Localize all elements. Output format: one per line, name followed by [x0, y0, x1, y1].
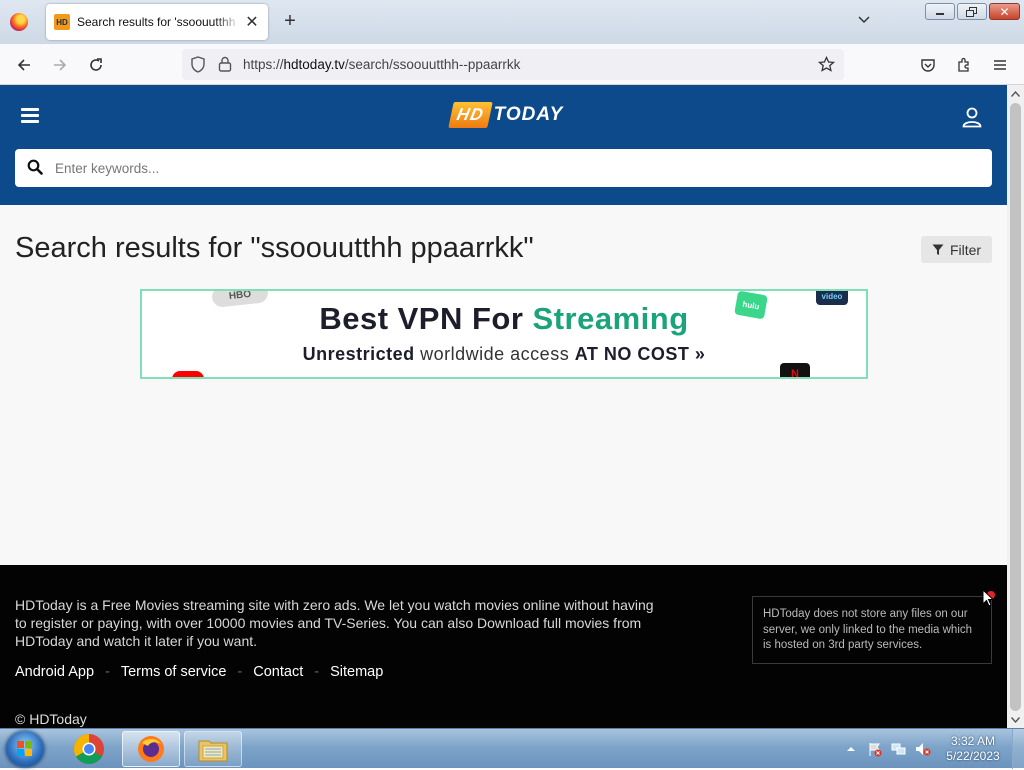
- site-footer: HDToday is a Free Movies streaming site …: [0, 565, 1007, 728]
- logo-wordmark: TODAY: [493, 104, 564, 125]
- logo-hd-badge: HD: [448, 102, 493, 128]
- mouse-cursor-icon: [982, 589, 994, 607]
- footer-separator: -: [237, 664, 243, 680]
- clock-time: 3:32 AM: [950, 734, 996, 748]
- scrollbar-thumb[interactable]: [1010, 103, 1021, 711]
- search-box: [15, 149, 992, 187]
- tab-title: Search results for 'ssoouutthh ppaarrkk'…: [77, 15, 240, 29]
- filter-funnel-icon: [932, 244, 944, 255]
- footer-disclaimer: HDToday does not store any files on our …: [752, 596, 992, 664]
- window-minimize-button[interactable]: [925, 3, 955, 20]
- footer-link-android-app[interactable]: Android App: [15, 664, 94, 680]
- back-icon[interactable]: [12, 53, 36, 77]
- footer-separator: -: [314, 664, 320, 680]
- bookmark-star-icon[interactable]: [818, 56, 835, 73]
- show-hidden-icons-icon[interactable]: [843, 741, 859, 757]
- scroll-up-arrow-icon[interactable]: [1007, 85, 1024, 102]
- footer-links: Android App - Terms of service - Contact…: [15, 664, 383, 680]
- user-account-icon[interactable]: [961, 106, 983, 128]
- list-all-tabs-icon[interactable]: [856, 12, 872, 28]
- site-header: HD TODAY: [0, 85, 1007, 205]
- taskbar-chrome-icon[interactable]: [60, 731, 118, 767]
- reload-icon[interactable]: [84, 53, 108, 77]
- network-icon[interactable]: [891, 741, 907, 757]
- system-tray: [843, 729, 939, 769]
- url-text[interactable]: https://hdtoday.tv/search/ssoouutthh--pp…: [243, 57, 520, 72]
- footer-link-terms[interactable]: Terms of service: [121, 664, 227, 680]
- ad-headline: Best VPN For Streaming: [319, 301, 689, 336]
- window-restore-button[interactable]: [957, 3, 987, 20]
- footer-about-text: HDToday is a Free Movies streaming site …: [15, 597, 654, 649]
- browser-tab[interactable]: HD Search results for 'ssoouutthh ppaarr…: [46, 4, 268, 40]
- ad-subheadline: Unrestricted worldwide access AT NO COST…: [302, 344, 706, 364]
- new-tab-button[interactable]: +: [280, 10, 300, 34]
- extensions-icon[interactable]: [952, 53, 976, 77]
- page-title: Search results for "ssoouutthh ppaarrkk": [15, 232, 534, 264]
- tab-close-icon[interactable]: ✕: [244, 12, 260, 32]
- volume-muted-icon[interactable]: [915, 741, 931, 757]
- taskbar-file-explorer-icon[interactable]: [184, 731, 242, 767]
- scroll-down-arrow-icon[interactable]: [1007, 711, 1024, 728]
- footer-separator: -: [105, 664, 110, 680]
- footer-link-sitemap[interactable]: Sitemap: [330, 664, 383, 680]
- netflix-logo: N: [780, 363, 810, 377]
- filter-button[interactable]: Filter: [921, 236, 992, 263]
- app-menu-icon[interactable]: [988, 53, 1012, 77]
- browser-titlebar: HD Search results for 'ssoouutthh ppaarr…: [0, 0, 1024, 44]
- footer-link-contact[interactable]: Contact: [253, 664, 303, 680]
- youtube-logo: [172, 371, 204, 377]
- taskbar-firefox-icon[interactable]: [122, 731, 180, 767]
- main-content: Search results for "ssoouutthh ppaarrkk"…: [0, 205, 1007, 565]
- start-button[interactable]: [6, 731, 44, 767]
- site-logo[interactable]: HD TODAY: [448, 100, 564, 130]
- show-desktop-button[interactable]: [1012, 729, 1024, 769]
- footer-copyright: © HDToday: [15, 711, 87, 727]
- pocket-icon[interactable]: [916, 53, 940, 77]
- filter-label: Filter: [949, 241, 982, 258]
- vpn-ad-banner[interactable]: HBO hulu video N Best VPN For Streaming …: [140, 289, 868, 379]
- tab-favicon-icon: HD: [54, 14, 70, 30]
- forward-icon[interactable]: [48, 53, 72, 77]
- browser-navbar: https://hdtoday.tv/search/ssoouutthh--pp…: [0, 44, 1024, 85]
- url-bar[interactable]: https://hdtoday.tv/search/ssoouutthh--pp…: [182, 49, 844, 80]
- window-close-button[interactable]: ✕: [989, 3, 1020, 20]
- clock-date: 5/22/2023: [946, 749, 1000, 763]
- taskbar-clock[interactable]: 3:32 AM 5/22/2023: [940, 734, 1006, 764]
- action-center-flag-icon[interactable]: [867, 741, 883, 757]
- windows-taskbar: 3:32 AM 5/22/2023: [0, 728, 1024, 769]
- page-scrollbar[interactable]: [1007, 85, 1024, 728]
- lock-icon[interactable]: [218, 56, 232, 72]
- search-icon[interactable]: [27, 159, 43, 175]
- tracking-shield-icon[interactable]: [190, 56, 206, 73]
- search-input[interactable]: [55, 149, 975, 187]
- firefox-menu-icon[interactable]: [10, 13, 28, 31]
- hamburger-menu-icon[interactable]: [21, 108, 39, 124]
